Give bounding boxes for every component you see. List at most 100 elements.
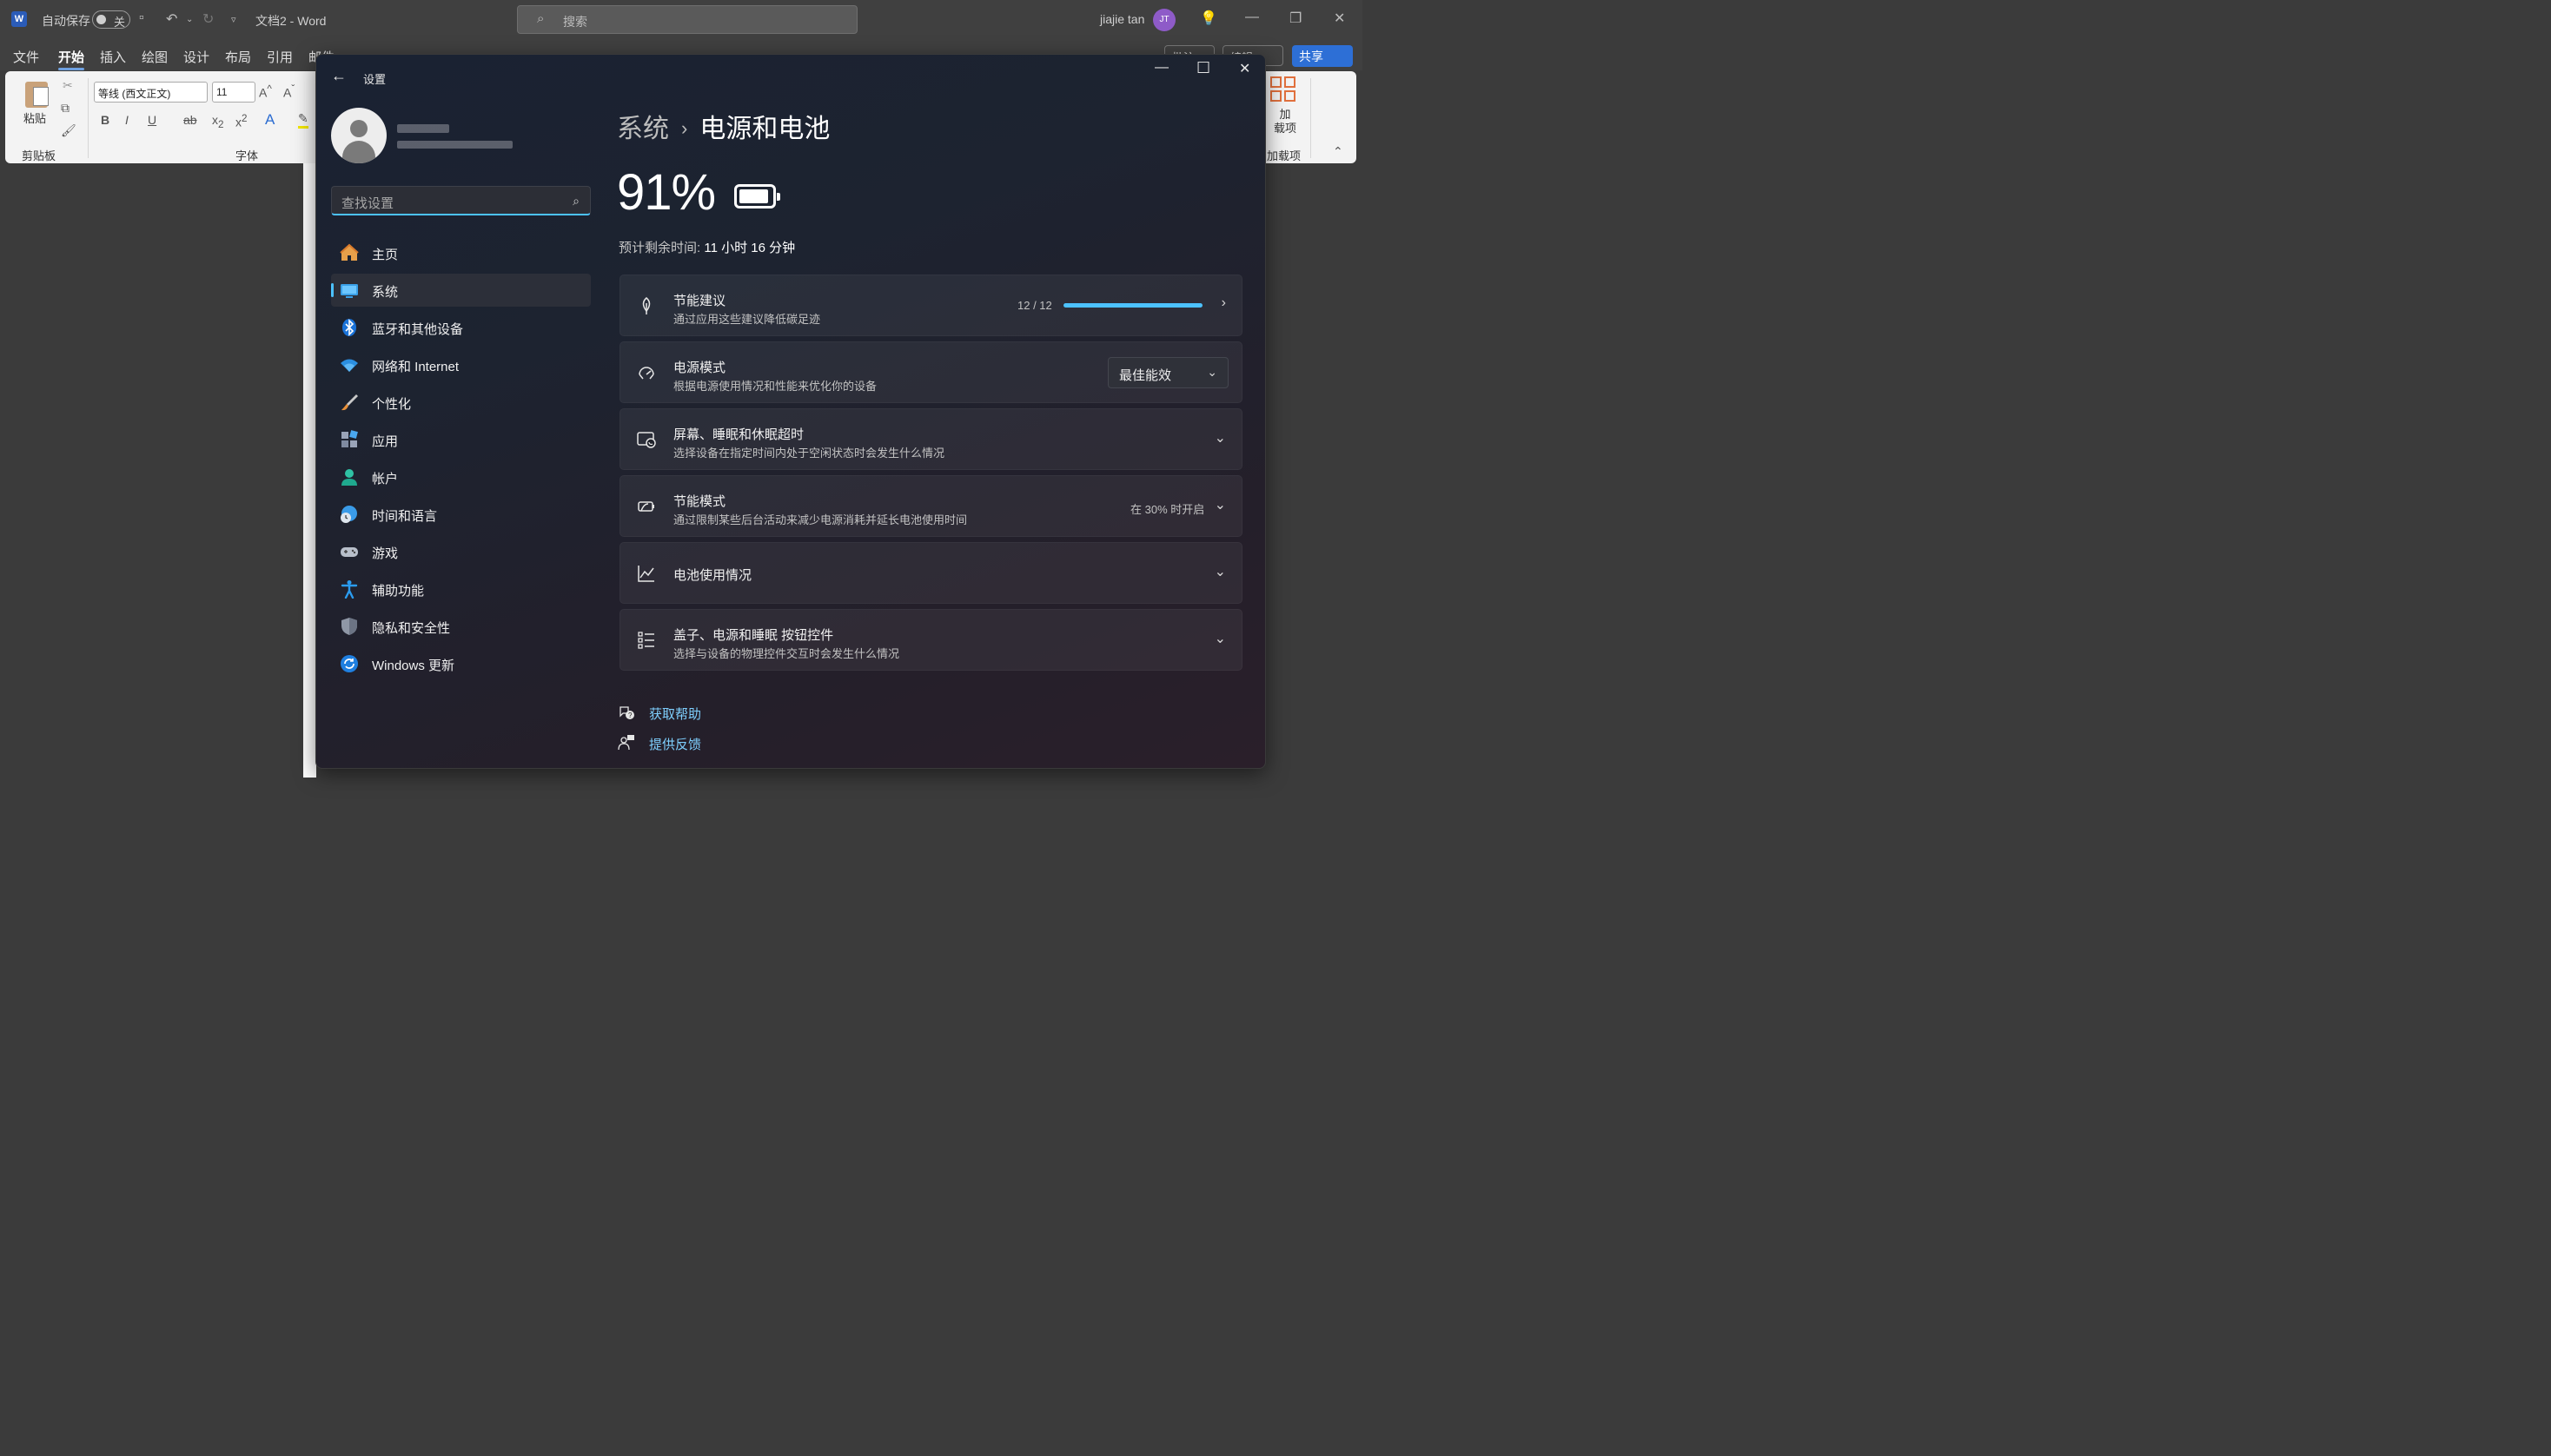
addins-button-label[interactable]: 加 载项 [1273,108,1297,136]
word-search-box[interactable]: ⌕ 搜索 [517,5,858,34]
get-help-label[interactable]: 获取帮助 [649,705,701,723]
lid-power-buttons-card[interactable]: 盖子、电源和睡眠 按钮控件 选择与设备的物理控件交互时会发生什么情况 ⌄ [620,609,1242,671]
settings-search-input[interactable]: 查找设置 ⌕ [331,186,591,215]
italic-icon[interactable]: I [125,113,129,127]
group-divider [88,78,89,158]
back-arrow-icon[interactable]: ← [331,67,347,85]
cut-icon[interactable]: ✂ [63,78,73,93]
shield-icon [341,618,357,635]
sidebar-item-accessibility[interactable]: 辅助功能 [331,572,591,606]
sidebar-item-gaming[interactable]: 游戏 [331,535,591,568]
profile-avatar[interactable] [331,108,387,163]
screen-sleep-card[interactable]: 屏幕、睡眠和休眠超时 选择设备在指定时间内处于空闲状态时会发生什么情况 ⌄ [620,408,1242,470]
customize-qat-icon[interactable]: ▿ [231,14,236,25]
sidebar-item-label: 个性化 [372,397,412,412]
sidebar-item-accounts[interactable]: 帐户 [331,460,591,493]
close-icon[interactable]: ✕ [1334,10,1345,27]
minimize-icon[interactable]: — [1245,10,1259,25]
save-icon[interactable]: ▫ [139,10,144,26]
tab-home[interactable]: 开始 [58,48,85,70]
tab-design[interactable]: 设计 [183,48,209,66]
card-title: 节能建议 [673,294,726,308]
group-divider [1310,78,1311,158]
chevron-right-icon: › [1221,295,1226,310]
font-group-label: 字体 [235,149,259,162]
format-painter-icon[interactable]: 🖌 [61,123,76,138]
autosave-state: 关 [114,16,126,29]
card-title: 电源模式 [673,361,726,375]
share-button[interactable]: 共享 [1292,45,1353,67]
underline-icon[interactable]: U [148,113,156,127]
addins-icon[interactable] [1270,76,1298,104]
paste-button-label[interactable]: 粘贴 [23,109,46,126]
card-subtitle: 选择设备在指定时间内处于空闲状态时会发生什么情况 [673,447,945,460]
text-effects-icon[interactable]: A [265,111,275,129]
autosave-toggle[interactable]: 关 [92,10,130,29]
search-icon: ⌕ [537,11,545,26]
maximize-icon[interactable]: ☐ [1196,59,1210,77]
undo-dropdown-icon[interactable]: ⌄ [186,15,193,24]
font-name-select[interactable]: 等线 (西文正文) [94,82,208,103]
update-icon [341,655,358,672]
feedback-label[interactable]: 提供反馈 [649,735,701,753]
sidebar-item-label: 主页 [372,248,399,262]
remaining-time-value: 11 小时 16 分钟 [704,241,796,255]
energy-recommendations-card[interactable]: 节能建议 通过应用这些建议降低碳足迹 12 / 12 › [620,275,1242,336]
power-mode-dropdown[interactable]: 最佳能效 ⌄ [1108,357,1229,388]
close-icon[interactable]: ✕ [1239,60,1250,77]
power-mode-icon [639,367,654,380]
undo-icon[interactable]: ↶ [166,10,177,28]
sidebar-item-personalization[interactable]: 个性化 [331,386,591,419]
word-search-placeholder: 搜索 [563,15,587,29]
font-size-select[interactable]: 11 [212,82,255,103]
tab-references[interactable]: 引用 [267,48,293,66]
strikethrough-icon[interactable]: ab [183,113,197,127]
highlight-icon[interactable]: ✎ [298,111,308,129]
apps-icon [341,430,358,447]
bold-icon[interactable]: B [101,113,109,127]
avatar[interactable]: JT [1153,9,1176,31]
minimize-icon[interactable]: — [1155,60,1169,76]
sidebar-item-home[interactable]: 主页 [331,236,591,269]
tab-layout[interactable]: 布局 [225,48,251,66]
battery-usage-card[interactable]: 电池使用情况 ⌄ [620,542,1242,604]
card-title: 节能模式 [673,494,726,509]
progress-bar [1063,303,1203,308]
sidebar-item-system[interactable]: 系统 [331,274,591,307]
sidebar-item-bluetooth[interactable]: 蓝牙和其他设备 [331,311,591,344]
sidebar-item-label: 系统 [372,285,399,300]
word-title-bar: W 自动保存 关 ▫ ↶ ⌄ ↻ ▿ 文档2 - Word ⌕ 搜索 jiaji… [0,0,1362,39]
tab-draw[interactable]: 绘图 [142,48,168,66]
remaining-time-label: 预计剩余时间: [619,241,701,255]
sidebar-item-label: 隐私和安全性 [372,621,451,636]
document-page[interactable] [303,163,316,778]
chevron-down-icon: ⌄ [1207,365,1217,379]
tab-file[interactable]: 文件 [13,48,39,66]
collapse-ribbon-icon[interactable]: ⌃ [1333,144,1343,159]
battery-percent: 91% [617,164,716,221]
grow-font-icon[interactable]: A^ [259,83,272,100]
superscript-icon[interactable]: x2 [235,113,247,129]
subscript-icon[interactable]: x2 [212,113,223,130]
tab-insert[interactable]: 插入 [100,48,126,66]
shrink-font-icon[interactable]: Aˇ [283,83,295,100]
sidebar-item-apps[interactable]: 应用 [331,423,591,456]
lightbulb-icon[interactable]: 💡 [1200,10,1217,27]
card-subtitle: 通过应用这些建议降低碳足迹 [673,313,821,326]
chevron-right-icon: › [681,117,688,139]
breadcrumb-parent[interactable]: 系统 [617,115,669,143]
sidebar-item-network[interactable]: 网络和 Internet [331,348,591,381]
sidebar-item-privacy[interactable]: 隐私和安全性 [331,610,591,643]
globe-clock-icon [341,506,357,523]
sidebar-item-label: 网络和 Internet [372,360,460,374]
copy-icon[interactable]: ⧉ [61,101,70,116]
sidebar-item-label: 游戏 [372,546,399,561]
battery-saver-card[interactable]: 节能模式 通过限制某些后台活动来减少电源消耗并延长电池使用时间 在 30% 时开… [620,475,1242,537]
sidebar-item-time-language[interactable]: 时间和语言 [331,498,591,531]
paste-icon[interactable] [23,76,49,108]
profile-email-redacted [397,141,513,149]
user-name[interactable]: jiajie tan [1100,12,1144,26]
sidebar-item-windows-update[interactable]: Windows 更新 [331,647,591,680]
restore-icon[interactable]: ❐ [1289,10,1302,27]
page-title: 电源和电池 [699,115,831,143]
